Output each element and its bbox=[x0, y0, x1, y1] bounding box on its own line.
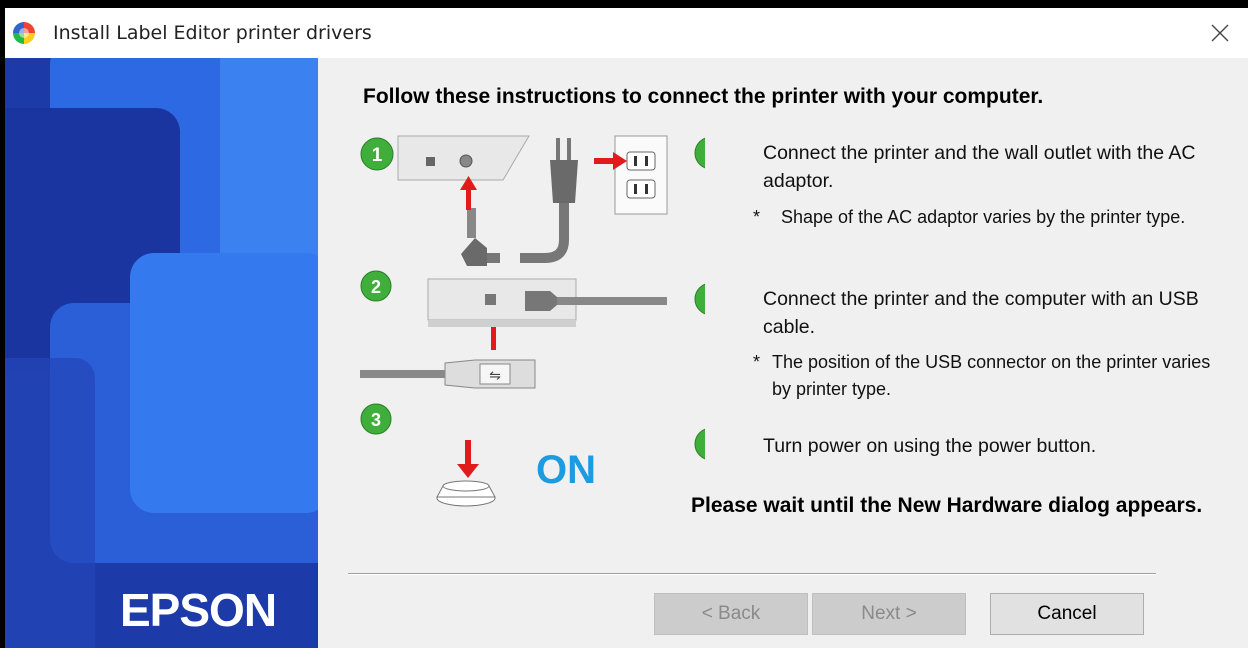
svg-text:2: 2 bbox=[371, 277, 381, 297]
step-2-note: The position of the USB connector on the… bbox=[772, 352, 1211, 399]
on-label: ON bbox=[536, 448, 596, 492]
printer-panel-2 bbox=[427, 278, 667, 327]
printer-panel-1 bbox=[397, 135, 530, 181]
step-badge-left-1: 1 bbox=[360, 137, 394, 171]
epson-logo: EPSON bbox=[120, 584, 277, 636]
usb-cable: ⇋ bbox=[360, 359, 536, 389]
close-icon bbox=[1211, 24, 1229, 42]
close-button[interactable] bbox=[1200, 14, 1240, 52]
step-badge-left-2: 2 bbox=[360, 270, 392, 302]
back-button[interactable]: < Back bbox=[654, 593, 808, 635]
next-button[interactable]: Next > bbox=[812, 593, 966, 635]
step-2-text: Connect the printer and the computer wit… bbox=[763, 288, 1199, 338]
wait-message: Please wait until the New Hardware dialo… bbox=[691, 494, 1203, 517]
power-button bbox=[436, 480, 496, 507]
step-2-note-mark: * bbox=[753, 352, 761, 372]
svg-text:⇋: ⇋ bbox=[489, 368, 501, 384]
step-badge-left-3: 3 bbox=[360, 403, 392, 435]
step-3-text: Turn power on using the power button. bbox=[763, 435, 1097, 457]
wall-outlet bbox=[614, 135, 668, 215]
svg-text:3: 3 bbox=[371, 410, 381, 430]
cancel-button[interactable]: Cancel bbox=[990, 593, 1144, 635]
step-1-note: Shape of the AC adaptor varies by the pr… bbox=[781, 207, 1186, 227]
separator bbox=[348, 573, 1156, 575]
svg-text:1: 1 bbox=[372, 145, 383, 166]
installer-window: Install Label Editor printer drivers EPS… bbox=[5, 8, 1248, 648]
step-badge-right-1: 1 bbox=[694, 137, 705, 169]
step-badge-right-3: 3 bbox=[694, 428, 705, 460]
step-badge-right-2: 2 bbox=[694, 283, 705, 315]
step-1-note-mark: * bbox=[753, 207, 761, 227]
connection-illustration: ⇋ 1 2 3 1 2 3 bbox=[360, 135, 705, 507]
step-1-text: Connect the printer and the wall outlet … bbox=[763, 142, 1196, 192]
